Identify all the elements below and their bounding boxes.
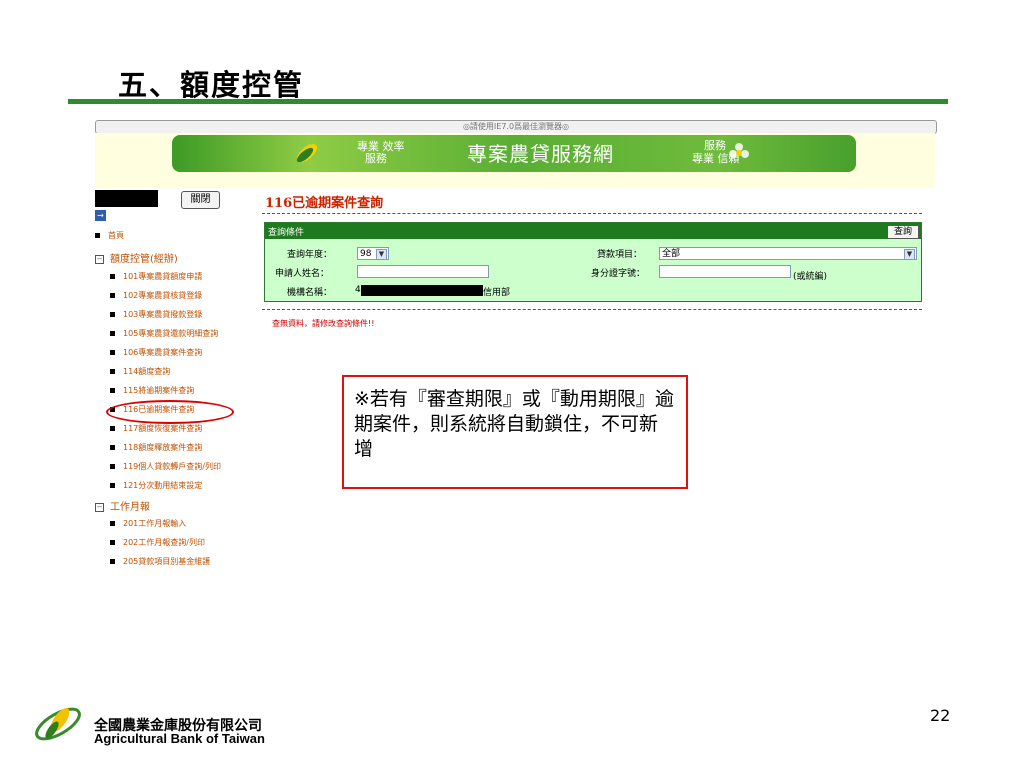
redacted-user-box [95, 190, 158, 207]
sidebar-group-label: 工作月報 [110, 502, 150, 513]
sidebar-item-117[interactable]: 117額度恢復案件查詢 [110, 423, 202, 434]
query-panel-header: 查詢條件 查詢 [265, 223, 921, 239]
collapse-icon: − [95, 502, 104, 512]
browser-notice-bar: ◎請使用IE7.0爲最佳瀏覽器◎ [95, 120, 937, 134]
bullet-icon [110, 350, 115, 355]
sidebar-item-label: 201工作月報輸入 [123, 519, 187, 528]
sidebar-item-103[interactable]: 103專案農貸撥款登錄 [110, 309, 202, 320]
sidebar-item-label: 首頁 [108, 231, 124, 240]
query-panel-title: 查詢條件 [268, 228, 305, 238]
close-button[interactable]: 關閉 [181, 191, 220, 209]
sidebar-item-119[interactable]: 119個人貸款轉戶查詢/列印 [110, 461, 221, 472]
id-number-hint: (或統編) [793, 272, 828, 282]
bullet-icon [110, 331, 115, 336]
sidebar-item-label: 117額度恢復案件查詢 [123, 424, 203, 433]
sidebar-item-label: 102專案農貸核貸登錄 [123, 291, 203, 300]
sidebar-group-monthly[interactable]: − 工作月報 [95, 498, 150, 513]
bullet-icon [110, 293, 115, 298]
bullet-icon [110, 426, 115, 431]
slide-title: 五、額度控管 [118, 68, 305, 102]
query-panel: 查詢條件 查詢 查詢年度： 98 ▼ 貸款項目： 全部 ▼ 申請人姓名： 身分證… [264, 222, 922, 302]
redacted-org-name [361, 285, 483, 296]
bullet-icon [110, 464, 115, 469]
sidebar-item-label: 205貸款項目別基金維護 [123, 557, 211, 566]
bullet-icon [110, 312, 115, 317]
id-number-input[interactable] [659, 265, 791, 278]
leaf-logo-icon [296, 144, 317, 163]
sidebar-item-label: 121分次動用結束設定 [123, 481, 203, 490]
divider [262, 309, 922, 310]
divider [262, 213, 922, 214]
collapse-icon: − [95, 254, 104, 264]
sidebar-item-106[interactable]: 106專案農貸案件查詢 [110, 347, 202, 358]
sidebar-item-label: 106專案農貸案件查詢 [123, 348, 203, 357]
nav-toggle-icon[interactable]: → [95, 210, 106, 221]
sidebar-item-home[interactable]: 首頁 [95, 230, 124, 241]
page-heading: 116已逾期案件查詢 [265, 196, 384, 211]
applicant-name-input[interactable] [357, 265, 489, 278]
highlight-ellipse [106, 400, 234, 424]
page-number: 22 [930, 706, 951, 725]
title-rule [68, 99, 948, 104]
sidebar-item-101[interactable]: 101專案農貸額度申請 [110, 271, 202, 282]
loan-item-select-value: 全部 [662, 249, 681, 259]
sidebar-item-label: 115將逾期案件查詢 [123, 386, 195, 395]
company-logo-icon [35, 707, 81, 741]
sidebar-item-202[interactable]: 202工作月報查詢/列印 [110, 537, 205, 548]
bullet-icon [110, 274, 115, 279]
year-label: 查詢年度： [287, 250, 333, 260]
bullet-icon [110, 559, 115, 564]
org-name-prefix: 4 [355, 285, 361, 295]
chevron-down-icon: ▼ [376, 249, 387, 260]
sidebar-item-205[interactable]: 205貸款項目別基金維護 [110, 556, 210, 567]
flower-icon [729, 143, 749, 158]
id-number-label: 身分證字號： [591, 269, 646, 279]
sidebar-item-201[interactable]: 201工作月報輸入 [110, 518, 186, 529]
chevron-down-icon: ▼ [904, 249, 915, 260]
bullet-icon [110, 445, 115, 450]
sidebar-item-label: 114額度查詢 [123, 367, 171, 376]
bullet-icon [110, 388, 115, 393]
sidebar-item-label: 119個人貸款轉戶查詢/列印 [123, 462, 221, 471]
bullet-icon [110, 483, 115, 488]
sidebar-item-102[interactable]: 102專案農貸核貸登錄 [110, 290, 202, 301]
bullet-icon [110, 521, 115, 526]
year-select-value: 98 [360, 249, 372, 259]
applicant-name-label: 申請人姓名： [275, 269, 330, 279]
sidebar-item-114[interactable]: 114額度查詢 [110, 366, 170, 377]
sidebar-item-105[interactable]: 105專案農貸還款明細查詢 [110, 328, 218, 339]
banner-slogan-left: 專業 效率 服務 [357, 141, 405, 165]
sidebar-item-label: 101專案農貸額度申請 [123, 272, 203, 281]
bullet-icon [110, 540, 115, 545]
sidebar-item-115[interactable]: 115將逾期案件查詢 [110, 385, 194, 396]
sidebar-item-label: 103專案農貸撥款登錄 [123, 310, 203, 319]
bullet-icon [110, 369, 115, 374]
no-data-message: 查無資料，請修改查詢條件!! [272, 319, 375, 328]
banner-title: 專案農貸服務網 [467, 142, 614, 166]
org-name-suffix: 信用部 [483, 288, 511, 298]
sidebar-group-label: 額度控管(經辦) [110, 254, 178, 265]
sidebar-group-quota[interactable]: − 額度控管(經辦) [95, 250, 178, 265]
sidebar-item-label: 118額度釋放案件查詢 [123, 443, 203, 452]
banner-slogan-line: 服務 [365, 152, 387, 165]
sidebar-item-121[interactable]: 121分次動用結束設定 [110, 480, 202, 491]
query-button[interactable]: 查詢 [887, 225, 919, 239]
loan-item-label: 貸款項目： [597, 250, 643, 260]
year-select[interactable]: 98 ▼ [357, 247, 389, 260]
sidebar-item-label: 105專案農貸還款明細查詢 [123, 329, 219, 338]
company-name-en: Agricultural Bank of Taiwan [94, 731, 265, 746]
org-name-label: 機構名稱： [287, 288, 333, 298]
sidebar-item-118[interactable]: 118額度釋放案件查詢 [110, 442, 202, 453]
site-banner: 專業 效率 服務 專案農貸服務網 服務 專業 信賴 [172, 135, 856, 172]
loan-item-select[interactable]: 全部 ▼ [659, 247, 917, 260]
callout-note: ※若有『審查期限』或『動用期限』逾期案件，則系統將自動鎖住，不可新增 [342, 375, 688, 489]
bullet-icon [95, 233, 100, 238]
sidebar-item-label: 202工作月報查詢/列印 [123, 538, 205, 547]
